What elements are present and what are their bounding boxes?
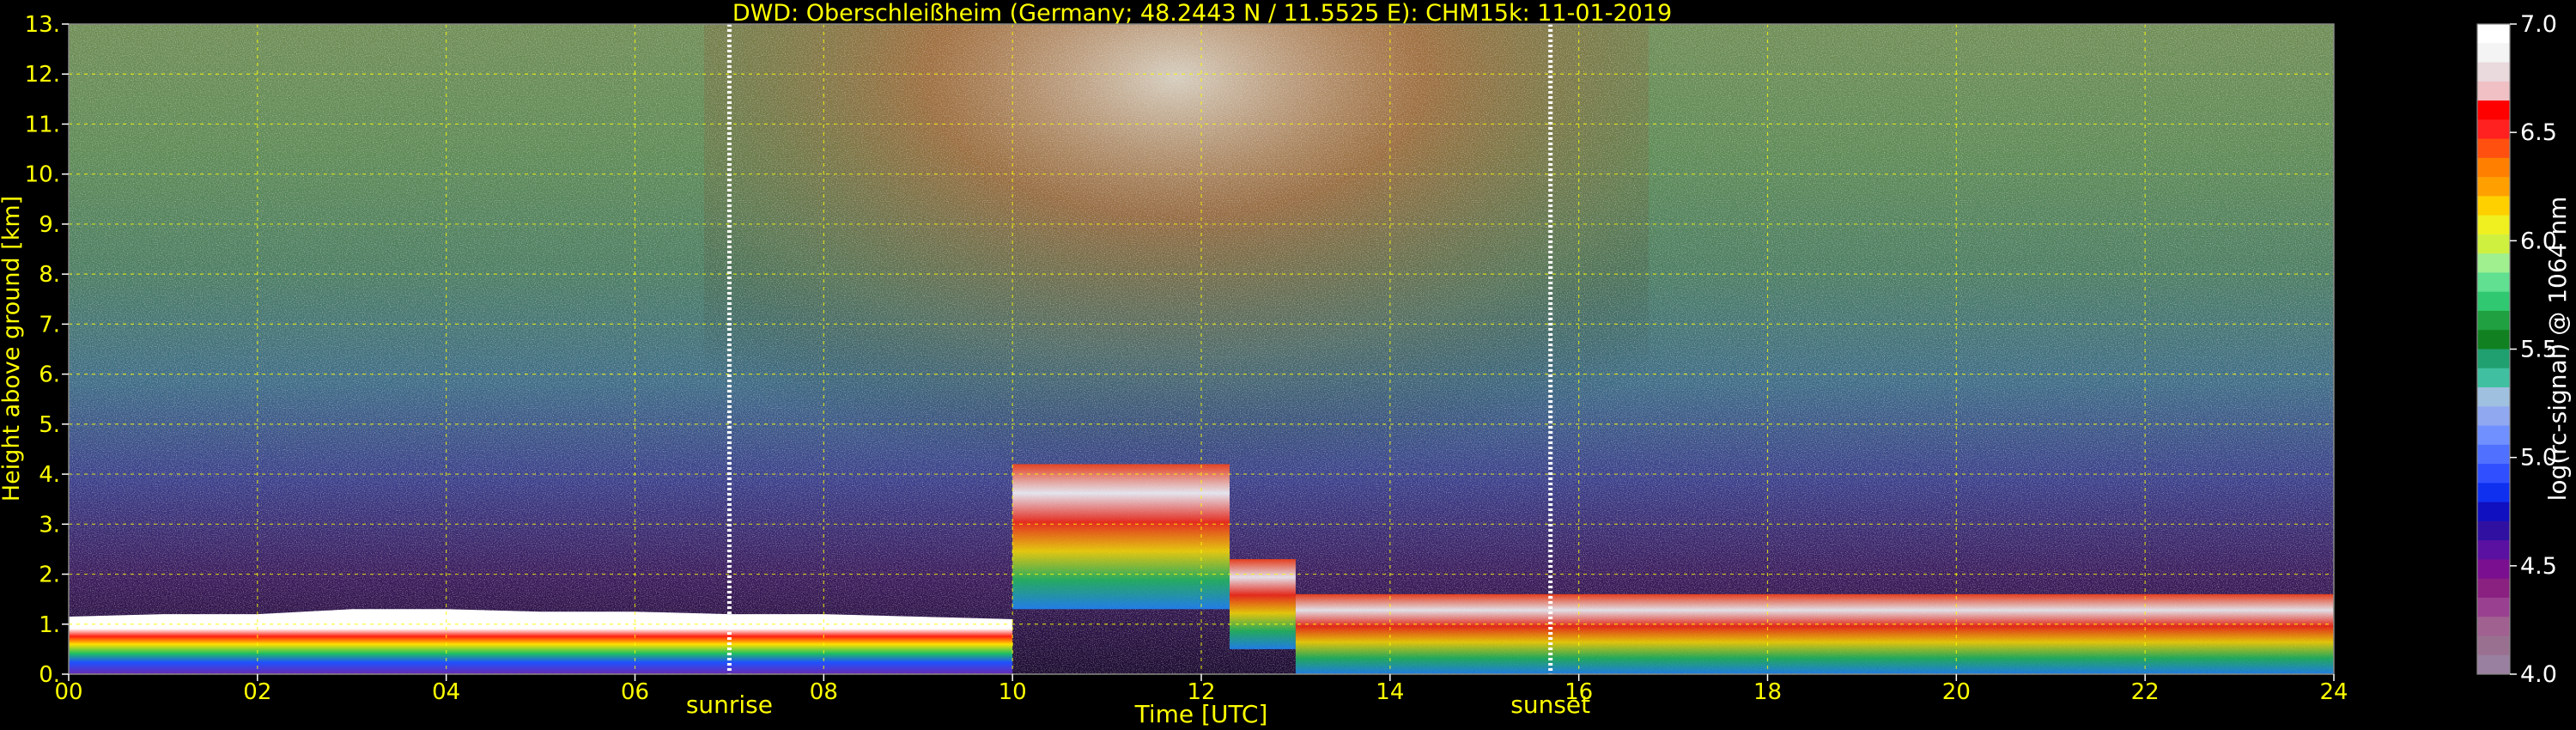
x-tick-label: 20 <box>1942 679 1971 705</box>
colorbar-segment <box>2477 387 2510 407</box>
x-tick-label: 08 <box>810 679 838 705</box>
colorbar-segment <box>2477 100 2510 120</box>
y-tick-label: 12. <box>25 62 60 88</box>
x-tick-label: 22 <box>2131 679 2160 705</box>
x-axis-label: Time [UTC] <box>1134 700 1268 728</box>
y-tick-label: 2. <box>39 563 60 588</box>
colorbar-segment <box>2477 24 2510 44</box>
colorbar-segment <box>2477 291 2510 312</box>
cloud-layer <box>1295 593 2334 674</box>
colorbar-segment <box>2477 520 2510 541</box>
lidar-figure: DWD: Oberschleißheim (Germany; 48.2443 N… <box>0 0 2572 728</box>
y-tick-label: 8. <box>39 262 60 288</box>
colorbar-segment <box>2477 43 2510 64</box>
y-axis: 0.1.2.3.4.5.6.7.8.9.10.11.12.13. <box>25 12 69 688</box>
colorbar-segment <box>2477 196 2510 216</box>
colorbar-segment <box>2477 540 2510 560</box>
colorbar-segment <box>2477 157 2510 178</box>
y-tick-label: 1. <box>39 612 60 638</box>
x-tick-label: 02 <box>243 679 271 705</box>
colorbar-segment <box>2477 483 2510 503</box>
colorbar-tick-label: 4.5 <box>2520 553 2557 580</box>
colorbar-segment <box>2477 310 2510 331</box>
y-tick-label: 9. <box>39 212 60 238</box>
sunrise-label: sunrise <box>686 690 773 719</box>
colorbar-segment <box>2477 654 2510 675</box>
colorbar-tick-label: 6.5 <box>2520 119 2557 146</box>
colorbar-segment <box>2477 330 2510 350</box>
y-tick-label: 13. <box>25 12 60 38</box>
cloud-layer <box>1012 464 1230 610</box>
sunset-label: sunset <box>1510 690 1590 719</box>
x-tick-label: 14 <box>1376 679 1404 705</box>
chart-title: DWD: Oberschleißheim (Germany; 48.2443 N… <box>732 0 1672 27</box>
cloud-layer <box>1229 559 1296 649</box>
y-tick-label: 6. <box>39 362 60 388</box>
colorbar-segment <box>2477 597 2510 617</box>
colorbar-segment <box>2477 81 2510 101</box>
colorbar-label: log(rc-signal) @ 1064 nm <box>2543 197 2572 502</box>
x-tick-label: 06 <box>621 679 649 705</box>
colorbar-tick-label: 4.0 <box>2520 661 2557 688</box>
boundary-layer <box>69 609 1013 674</box>
colorbar-segment <box>2477 636 2510 656</box>
colorbar-segment <box>2477 177 2510 197</box>
colorbar-segment <box>2477 502 2510 522</box>
y-tick-label: 11. <box>25 112 60 137</box>
plot-area <box>69 24 2334 674</box>
colorbar-segment <box>2477 349 2510 369</box>
colorbar-tick-label: 7.0 <box>2520 11 2557 38</box>
colorbar-segment <box>2477 119 2510 140</box>
colorbar-segment <box>2477 215 2510 235</box>
x-tick-label: 04 <box>432 679 460 705</box>
colorbar-segment <box>2477 272 2510 293</box>
colorbar-segment <box>2477 464 2510 484</box>
x-tick-label: 10 <box>999 679 1027 705</box>
colorbar-segment <box>2477 559 2510 580</box>
y-axis-label: Height above ground [km] <box>0 196 25 502</box>
colorbar-segment <box>2477 406 2510 427</box>
colorbar-segment <box>2477 617 2510 636</box>
y-tick-label: 3. <box>39 512 60 538</box>
colorbar-segment <box>2477 138 2510 159</box>
colorbar-segment <box>2477 253 2510 273</box>
colorbar-segment <box>2477 578 2510 599</box>
colorbar-segment <box>2477 62 2510 82</box>
colorbar-segment <box>2477 234 2510 254</box>
x-tick-label: 00 <box>54 679 82 705</box>
y-tick-label: 7. <box>39 312 60 338</box>
colorbar-segment <box>2477 425 2510 446</box>
x-tick-label: 24 <box>2319 679 2348 705</box>
colorbar-segment <box>2477 368 2510 388</box>
x-tick-label: 18 <box>1753 679 1782 705</box>
y-tick-label: 10. <box>25 162 60 188</box>
y-tick-label: 5. <box>39 412 60 438</box>
y-tick-label: 4. <box>39 462 60 488</box>
colorbar-segment <box>2477 444 2510 465</box>
